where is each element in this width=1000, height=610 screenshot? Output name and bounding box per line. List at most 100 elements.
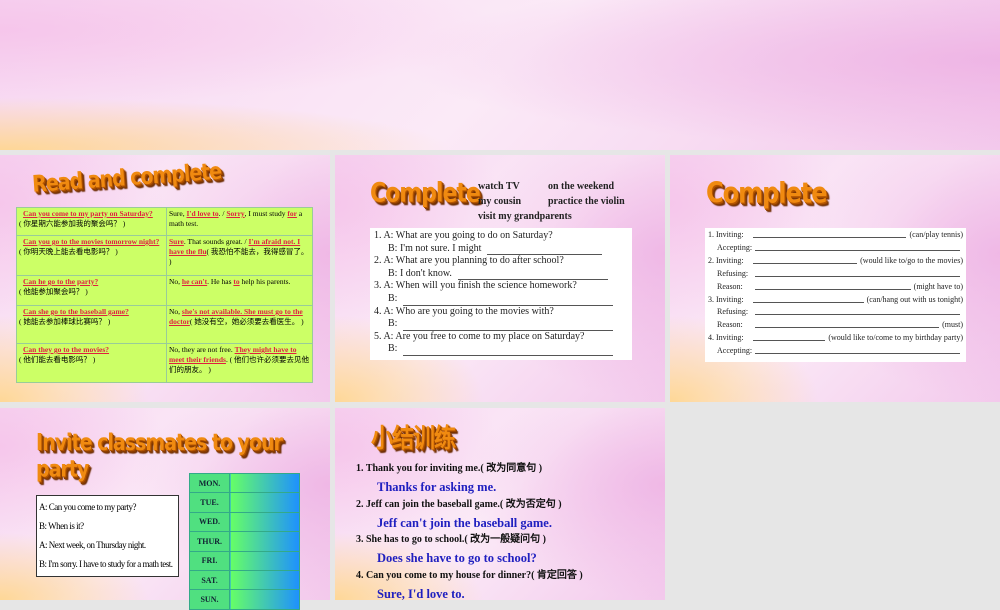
answer-blank[interactable] (753, 255, 858, 264)
day-row: MON. (189, 472, 300, 494)
hint-text: (can/play tennis) (909, 230, 963, 239)
answer-blank: I'd love to (186, 209, 219, 218)
line-text: 1. A: What are you going to do on Saturd… (374, 230, 553, 241)
line-text: 2. A: What are you planning to do after … (374, 255, 564, 267)
answer-blank[interactable] (403, 297, 614, 306)
question-text: Can you come to my party on Saturday? (23, 209, 153, 218)
answer-blank[interactable] (753, 229, 907, 238)
slide-title: Complete (706, 176, 828, 210)
slide-title: Read and complete (31, 158, 222, 198)
answer-blank[interactable] (753, 332, 826, 342)
chinese-text: ( 你明天晚上能去看电影吗？ ) (19, 247, 118, 256)
exercise-line: Reason: (might have to) (708, 281, 963, 294)
day-row: THUR. (189, 531, 300, 552)
slide-thumbnail-2[interactable]: Complete watch TV on the weekend my cousi… (335, 155, 665, 402)
word: on the weekend (548, 181, 615, 192)
answer-blank[interactable] (457, 271, 608, 281)
day-cell[interactable] (229, 472, 300, 494)
answer-blank[interactable] (755, 306, 960, 316)
answer-blank[interactable] (487, 246, 603, 256)
answer-blank: Sure (169, 237, 184, 246)
exercise-answer: Thanks for asking me. (377, 480, 497, 494)
day-cell[interactable] (229, 550, 300, 571)
line-label: Reason: (717, 320, 743, 330)
slide-title: Complete (370, 178, 481, 209)
line-text: 5. A: Are you free to come to my place o… (374, 330, 585, 342)
answer-text: ( 她没有空，她必须要去看医生。 ) (189, 317, 304, 326)
exercise-answer: Jeff can't join the baseball game. (377, 515, 552, 530)
answer-text: , I must study (244, 209, 288, 218)
word: watch TV (478, 181, 520, 192)
answer-blank: for (287, 209, 297, 218)
dialog-line: A: Can you come to my party? (39, 502, 136, 512)
hint-text: (might have to) (913, 281, 963, 291)
exercise-line: Refusing: (708, 306, 963, 319)
answer-blank[interactable] (755, 345, 960, 355)
day-row: TUE. (189, 492, 300, 513)
day-label: SAT. (189, 569, 230, 591)
line-text: 3. A: When will you finish the science h… (374, 280, 577, 292)
day-label: THUR. (189, 531, 230, 552)
day-cell[interactable] (229, 511, 300, 533)
exercise-box: 1. A: What are you going to do on Saturd… (370, 228, 632, 360)
hint-text: (would like to/go to the movies) (860, 255, 963, 265)
slide-title: 小结训练 (371, 424, 456, 454)
answer-blank[interactable] (403, 322, 614, 331)
line-label: Refusing: (717, 268, 749, 278)
answer-blank[interactable] (753, 294, 864, 303)
exercise-line: Reason: (must) (708, 319, 963, 332)
exercise-line: 4. A: Who are you going to the movies wi… (374, 306, 628, 319)
answer-blank[interactable] (755, 268, 960, 277)
dialog-line: A: Next week, on Thursday night. (39, 540, 146, 550)
line-text: 4. A: Who are you going to the movies wi… (374, 305, 554, 317)
answer-blank: Sorry (226, 209, 245, 218)
question-text: Can she go to the baseball game? (23, 307, 129, 316)
answer-cell: No, he can't. He has to help his parents… (166, 275, 313, 306)
question-cell: Can you go to the movies tomorrow night?… (16, 235, 167, 276)
word: my cousin (478, 196, 522, 207)
slide-thumbnail-3[interactable]: Complete 1. Inviting: (can/play tennis) Ac… (670, 155, 1000, 402)
dialog-line: B: When is it? (39, 521, 84, 531)
exercise-question: 1. Thank you for inviting me.( 改为同意句 ) (356, 463, 543, 474)
line-text: B: (388, 318, 398, 330)
hint-text: (would like to/come to my birthday party… (828, 333, 963, 343)
exercise-line: Refusing: (708, 268, 963, 281)
answer-blank[interactable] (403, 347, 614, 356)
answer-blank[interactable] (755, 281, 911, 290)
answer-text: . That sounds great. / (183, 237, 249, 246)
answer-cell: No, they are not free. They might have t… (166, 343, 313, 383)
question-text: Can he go to the party? (23, 277, 99, 286)
line-label: 2. Inviting: (708, 255, 744, 265)
chinese-text: ( 她能去参加棒球比赛吗？ ) (19, 317, 111, 326)
question-cell: Can he go to the party?( 他能参加聚会吗？ ) (16, 275, 167, 306)
day-row: FRI. (189, 550, 300, 571)
exercise-line: B: (374, 318, 628, 331)
question-cell: Can you come to my party on Saturday?( 你… (16, 207, 167, 236)
exercise-line: 1. A: What are you going to do on Saturd… (374, 230, 628, 243)
answer-blank[interactable] (755, 319, 940, 329)
chinese-text: ( 你星期六能参加我的聚会吗？ ) (19, 219, 126, 228)
exercise-line: 3. A: When will you finish the science h… (374, 280, 628, 293)
line-label: Accepting: (717, 346, 753, 356)
line-text: B: (388, 343, 398, 355)
table-row: Can she go to the baseball game?( 她能去参加棒… (16, 305, 313, 344)
day-row: WED. (189, 511, 300, 533)
day-cell[interactable] (229, 531, 300, 552)
exercise-line: 2. Inviting: (would like to/go to the mov… (708, 255, 963, 268)
answer-blank[interactable] (755, 242, 960, 251)
table-row: Can he go to the party?( 他能参加聚会吗？ ) No, h… (16, 275, 313, 306)
day-cell[interactable] (229, 569, 300, 591)
line-label: Accepting: (717, 242, 753, 252)
exercise-answer: Sure, I'd love to. (377, 586, 465, 601)
table-row: Can you go to the movies tomorrow night?… (16, 235, 313, 276)
question-cell: Can she go to the baseball game?( 她能去参加棒… (16, 305, 167, 344)
day-cell[interactable] (229, 492, 300, 513)
line-text: B: (388, 292, 398, 304)
chinese-text: ( 他能参加聚会吗？ ) (19, 287, 88, 296)
read-complete-table: Can you come to my party on Saturday?( 你… (16, 207, 313, 383)
question-cell: Can they go to the movies?( 他们能去看电影吗？ ) (16, 343, 167, 383)
slide-thumbnail-previous[interactable] (0, 0, 1000, 150)
table-row: Can they go to the movies?( 他们能去看电影吗？ ) N… (16, 343, 313, 383)
answer-text: No, (169, 307, 182, 316)
exercise-line: 1. Inviting: (can/play tennis) (708, 229, 963, 242)
